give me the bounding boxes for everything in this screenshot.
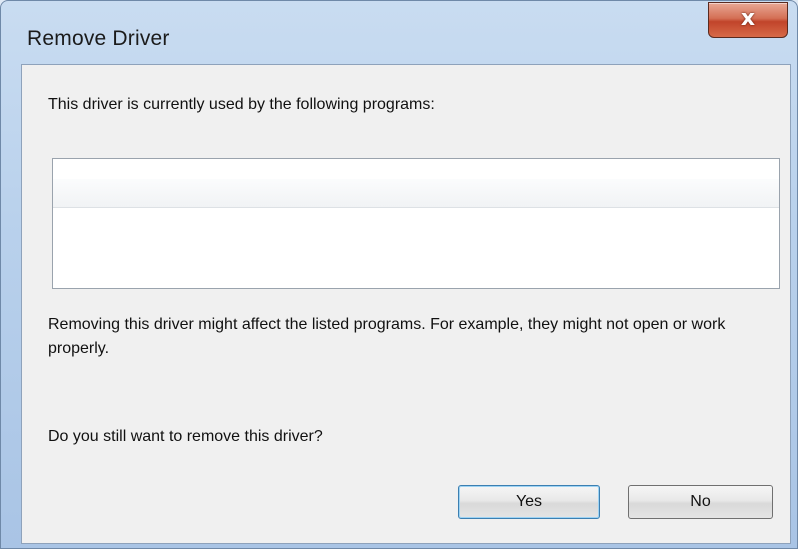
confirm-question: Do you still want to remove this driver? xyxy=(48,428,323,445)
window-title: Remove Driver xyxy=(27,27,170,50)
yes-button[interactable]: Yes xyxy=(458,485,600,519)
no-button[interactable]: No xyxy=(628,485,773,519)
close-icon: x xyxy=(740,6,756,31)
remove-driver-dialog: Remove Driver x This driver is currently… xyxy=(0,0,798,549)
close-button[interactable]: x xyxy=(708,2,788,38)
list-header-row xyxy=(53,179,779,208)
programs-list[interactable] xyxy=(52,158,780,289)
warning-message: Removing this driver might affect the li… xyxy=(48,316,726,357)
programs-message: This driver is currently used by the fol… xyxy=(48,96,435,113)
dialog-body: This driver is currently used by the fol… xyxy=(21,64,791,544)
